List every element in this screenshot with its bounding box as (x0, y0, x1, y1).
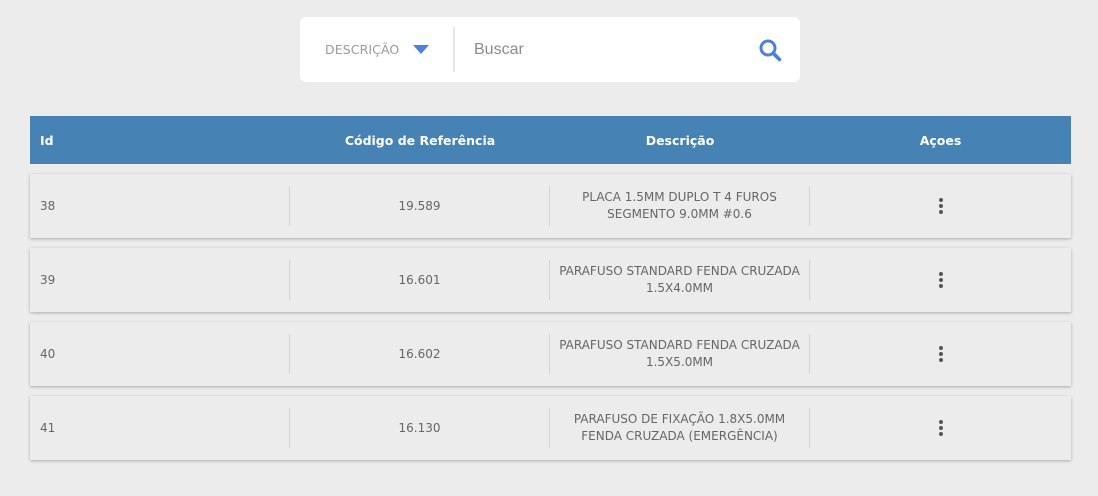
row-id: 39 (30, 260, 290, 300)
column-header-reference-code[interactable]: Código de Referência (290, 133, 550, 148)
more-vertical-icon[interactable] (933, 195, 949, 217)
row-actions (810, 186, 1071, 226)
row-reference-code: 16.602 (290, 334, 550, 374)
caret-down-icon (413, 45, 430, 54)
row-id: 41 (30, 408, 290, 448)
table-row[interactable]: 41 16.130 PARAFUSO DE FIXAÇÃO 1.8X5.0MM … (30, 396, 1071, 460)
row-id: 38 (30, 186, 290, 226)
row-actions (810, 260, 1071, 300)
row-description: PLACA 1.5MM DUPLO T 4 FUROS SEGMENTO 9.0… (550, 186, 810, 226)
row-description: PARAFUSO STANDARD FENDA CRUZADA 1.5X5.0M… (550, 334, 810, 374)
row-reference-code: 16.130 (290, 408, 550, 448)
search-filter-dropdown[interactable]: DESCRIÇÃO (300, 17, 430, 82)
search-button[interactable] (740, 17, 800, 82)
search-bar: DESCRIÇÃO (300, 16, 800, 83)
row-description: PARAFUSO DE FIXAÇÃO 1.8X5.0MM FENDA CRUZ… (550, 408, 810, 448)
more-vertical-icon[interactable] (933, 269, 949, 291)
row-reference-code: 19.589 (290, 186, 550, 226)
row-actions (810, 334, 1071, 374)
column-header-actions: Açoes (919, 132, 962, 148)
table-header: Id Código de Referência Descrição Açoes (30, 116, 1071, 164)
search-filter-label: DESCRIÇÃO (325, 42, 400, 57)
column-header-description[interactable]: Descrição (550, 133, 810, 148)
more-vertical-icon[interactable] (933, 343, 949, 365)
column-header-id[interactable]: Id (30, 133, 290, 148)
row-description: PARAFUSO STANDARD FENDA CRUZADA 1.5X4.0M… (550, 260, 810, 300)
search-input[interactable] (455, 16, 740, 83)
search-icon (759, 39, 782, 61)
row-id: 40 (30, 334, 290, 374)
table-row[interactable]: 38 19.589 PLACA 1.5MM DUPLO T 4 FUROS SE… (30, 174, 1071, 238)
row-reference-code: 16.601 (290, 260, 550, 300)
more-vertical-icon[interactable] (933, 417, 949, 439)
table-row[interactable]: 39 16.601 PARAFUSO STANDARD FENDA CRUZAD… (30, 248, 1071, 312)
row-actions (810, 408, 1071, 448)
table-row[interactable]: 40 16.602 PARAFUSO STANDARD FENDA CRUZAD… (30, 322, 1071, 386)
